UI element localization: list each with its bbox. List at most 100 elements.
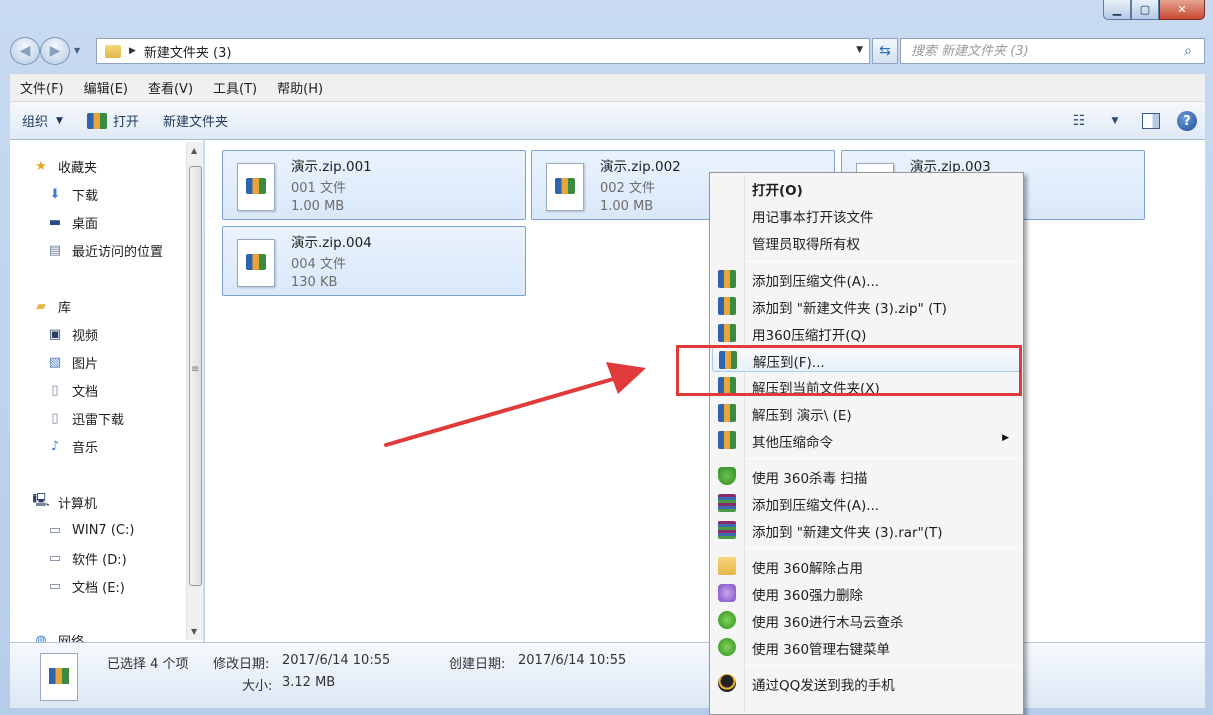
ctx-open-with-notepad[interactable]: 用记事本打开该文件 xyxy=(712,202,1021,228)
computer-icon: 🖳 xyxy=(32,493,50,508)
nav-network[interactable]: ◍ 网络 xyxy=(32,628,84,643)
details-pane: 已选择 4 个项 修改日期: 2017/6/14 10:55 创建日期: 201… xyxy=(10,642,1205,708)
address-path[interactable]: 新建文件夹 (3) xyxy=(144,42,232,61)
ctx-add-to-rar[interactable]: 添加到 "新建文件夹 (3).rar"(T) xyxy=(712,517,1021,543)
search-box[interactable]: ⌕ xyxy=(900,38,1205,64)
open-button[interactable]: 打开 xyxy=(75,111,151,130)
ctx-take-ownership[interactable]: 管理员取得所有权 xyxy=(712,229,1021,255)
file-tile[interactable]: 演示.zip.004 004 文件 130 KB xyxy=(222,226,526,296)
ctx-label: 添加到压缩文件(A)... xyxy=(752,498,880,514)
annotation-arrow xyxy=(384,362,646,447)
organize-button[interactable]: 组织 ▼ xyxy=(10,111,75,130)
ctx-label: 用记事本打开该文件 xyxy=(752,210,874,226)
ctx-360-trojan-scan[interactable]: 使用 360进行木马云查杀 xyxy=(712,607,1021,633)
file-type: 001 文件 xyxy=(291,181,346,196)
back-button[interactable]: ◀ xyxy=(10,37,40,65)
nav-label: 下载 xyxy=(72,188,99,204)
nav-item-videos[interactable]: ▣ 视频 xyxy=(46,322,98,346)
address-bar[interactable]: ▶ 新建文件夹 (3) ▼ xyxy=(96,38,870,64)
ctx-label: 通过QQ发送到我的手机 xyxy=(752,678,895,694)
menu-edit[interactable]: 编辑(E) xyxy=(74,78,138,97)
nav-item-desktop[interactable]: ▬ 桌面 xyxy=(46,210,98,234)
ctx-other-compress-commands[interactable]: 其他压缩命令 ▶ xyxy=(712,427,1021,453)
close-button[interactable]: ✕ xyxy=(1159,0,1205,20)
breadcrumb-chevron-icon[interactable]: ▶ xyxy=(129,46,136,56)
ctx-label: 使用 360解除占用 xyxy=(752,561,864,577)
new-folder-button[interactable]: 新建文件夹 xyxy=(151,111,240,130)
nav-libraries[interactable]: ▰ 库 xyxy=(32,294,71,318)
forward-button[interactable]: ▶ xyxy=(40,37,70,65)
desktop-icon: ▬ xyxy=(48,214,62,230)
help-icon: ? xyxy=(1177,111,1197,131)
ctx-label: 管理员取得所有权 xyxy=(752,237,860,253)
nav-label: 计算机 xyxy=(58,496,98,512)
nav-item-documents[interactable]: ▯ 文档 xyxy=(46,378,98,402)
maximize-button[interactable]: ▢ xyxy=(1131,0,1159,20)
nav-item-thunder-downloads[interactable]: ▯ 迅雷下载 xyxy=(46,406,124,430)
view-options-icon: ☷ xyxy=(1072,113,1086,129)
ctx-360-unlock[interactable]: 使用 360解除占用 xyxy=(712,553,1021,579)
scroll-thumb[interactable] xyxy=(189,166,202,586)
view-dropdown-button[interactable]: ▼ xyxy=(1097,116,1133,126)
change-view-button[interactable]: ☷ xyxy=(1061,113,1097,129)
ctx-label: 使用 360进行木马云查杀 xyxy=(752,615,904,631)
address-dropdown-icon[interactable]: ▼ xyxy=(856,45,863,55)
menu-help[interactable]: 帮助(H) xyxy=(267,78,333,97)
nav-favorites[interactable]: ★ 收藏夹 xyxy=(32,154,97,178)
ctx-label: 使用 360强力删除 xyxy=(752,588,864,604)
nav-label: 最近访问的位置 xyxy=(72,244,164,260)
nav-item-downloads[interactable]: ⬇ 下载 xyxy=(46,182,98,206)
nav-item-drive-e[interactable]: ▭ 文档 (E:) xyxy=(46,574,125,598)
zip-icon xyxy=(718,431,736,449)
help-button[interactable]: ? xyxy=(1169,111,1205,131)
windows-drive-icon: ▭ xyxy=(48,522,62,538)
ctx-send-via-qq[interactable]: 通过QQ发送到我的手机 xyxy=(712,670,1021,696)
nav-item-drive-d[interactable]: ▭ 软件 (D:) xyxy=(46,546,127,570)
ctx-open-with-360zip[interactable]: 用360压缩打开(Q) xyxy=(712,320,1021,346)
caption-buttons: ▁ ▢ ✕ xyxy=(1103,0,1205,22)
preview-pane-button[interactable] xyxy=(1133,113,1169,129)
nav-item-music[interactable]: ♪ 音乐 xyxy=(46,434,98,458)
recent-pages-dropdown-icon[interactable]: ▼ xyxy=(74,46,80,55)
ctx-360-force-delete[interactable]: 使用 360强力删除 xyxy=(712,580,1021,606)
menu-tools[interactable]: 工具(T) xyxy=(203,78,267,97)
refresh-button[interactable]: ⇆ xyxy=(872,38,898,64)
menu-view[interactable]: 查看(V) xyxy=(138,78,203,97)
scroll-down-icon[interactable]: ▼ xyxy=(191,627,197,636)
forward-arrow-icon: ▶ xyxy=(49,43,61,59)
picture-icon: ▧ xyxy=(48,354,62,370)
nav-item-recent-places[interactable]: ▤ 最近访问的位置 xyxy=(46,238,163,262)
search-icon[interactable]: ⌕ xyxy=(1178,43,1198,59)
ctx-open[interactable]: 打开(O) xyxy=(712,175,1021,201)
ctx-separator xyxy=(746,665,1020,666)
zip-icon xyxy=(718,404,736,422)
history-buttons: ◀ ▶ ▼ xyxy=(10,36,94,66)
search-input[interactable] xyxy=(911,43,1178,59)
arrow-shaft xyxy=(384,375,622,447)
minimize-button[interactable]: ▁ xyxy=(1103,0,1131,20)
ctx-label: 用360压缩打开(Q) xyxy=(752,328,867,344)
nav-item-pictures[interactable]: ▧ 图片 xyxy=(46,350,98,374)
menu-file[interactable]: 文件(F) xyxy=(10,78,74,97)
file-tile[interactable]: 演示.zip.001 001 文件 1.00 MB xyxy=(222,150,526,220)
zip-icon xyxy=(718,297,736,315)
context-menu: 打开(O) 用记事本打开该文件 管理员取得所有权 添加到压缩文件(A)... 添… xyxy=(709,172,1024,715)
ctx-add-to-archive[interactable]: 添加到压缩文件(A)... xyxy=(712,266,1021,292)
document-icon: ▯ xyxy=(51,410,59,426)
ctx-360-antivirus-scan[interactable]: 使用 360杀毒 扫描 xyxy=(712,463,1021,489)
scroll-up-icon[interactable]: ▲ xyxy=(191,146,197,155)
ctx-label: 添加到压缩文件(A)... xyxy=(752,274,880,290)
ctx-extract-to-folder[interactable]: 解压到 演示\ (E) xyxy=(712,400,1021,426)
ctx-360-manage-context-menu[interactable]: 使用 360管理右键菜单 xyxy=(712,634,1021,660)
nav-computer[interactable]: 🖳 计算机 xyxy=(32,490,97,514)
open-label: 打开 xyxy=(112,115,139,130)
nav-item-drive-c[interactable]: ▭ WIN7 (C:) xyxy=(46,518,135,542)
chevron-down-icon: ▼ xyxy=(56,115,63,126)
archive-file-icon xyxy=(546,163,584,211)
file-size: 1.00 MB xyxy=(600,199,654,214)
ctx-add-to-zip[interactable]: 添加到 "新建文件夹 (3).zip" (T) xyxy=(712,293,1021,319)
ctx-add-to-rar-archive[interactable]: 添加到压缩文件(A)... xyxy=(712,490,1021,516)
nav-scrollbar[interactable]: ▲ ≡ ▼ xyxy=(186,142,203,640)
file-type: 004 文件 xyxy=(291,257,346,272)
ctx-separator xyxy=(746,458,1020,459)
